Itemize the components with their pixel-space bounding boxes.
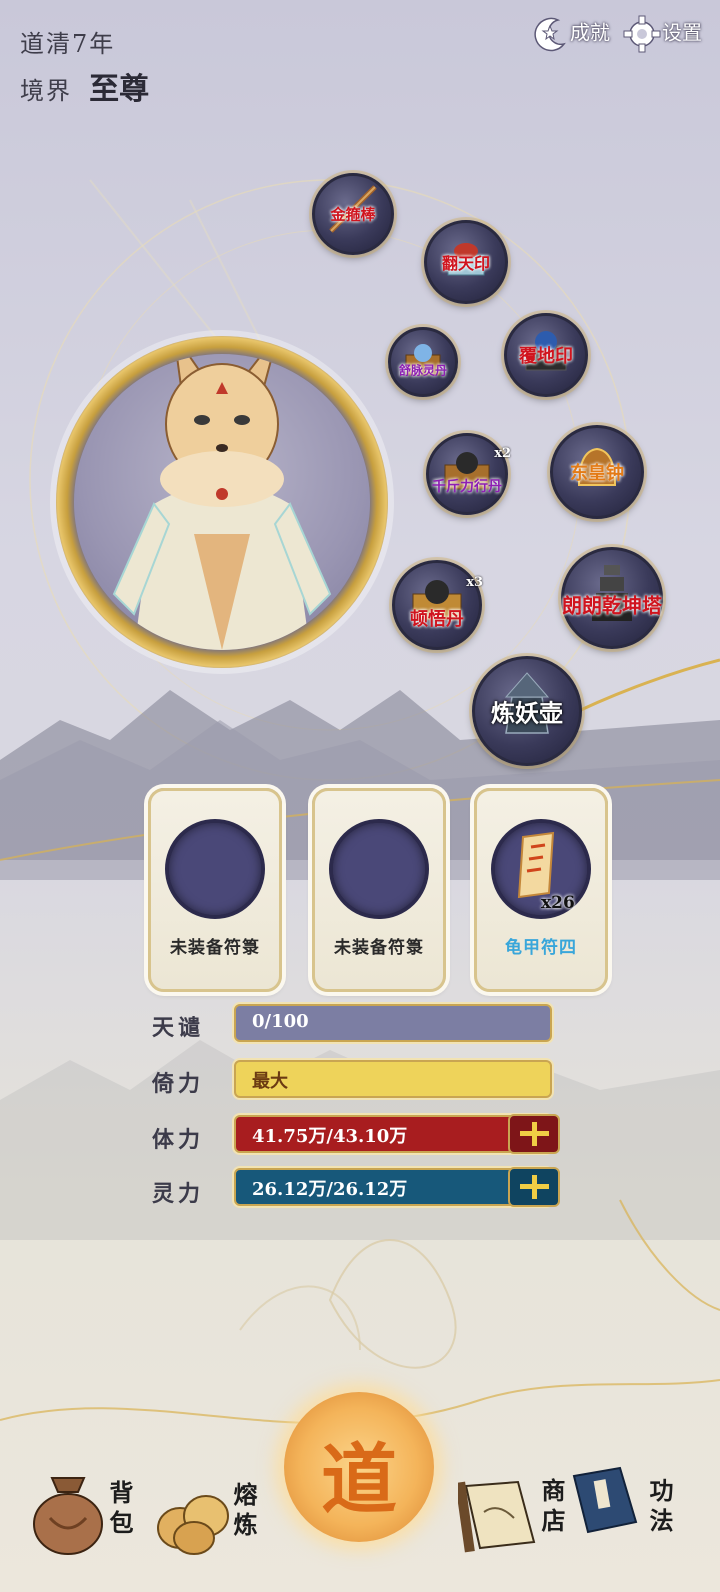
lingli-label: 灵力 xyxy=(152,1181,205,1207)
nav-skills-label: 功法 xyxy=(645,1478,674,1538)
yili-value: 最大 xyxy=(252,1071,288,1092)
lingli-bar: 26.12万/26.12万 xyxy=(234,1168,552,1206)
tili-bar: 41.75万/43.10万 xyxy=(234,1115,552,1153)
artifact-label: 顿悟丹 xyxy=(410,609,464,631)
tili-add-button[interactable] xyxy=(508,1114,560,1154)
achievements-label: 成就 xyxy=(570,20,610,45)
nav-smelt-label: 熔炼 xyxy=(229,1482,258,1542)
artifact-lianyao-pot[interactable]: 炼妖壶 xyxy=(472,656,582,766)
tili-value: 41.75万/43.10万 xyxy=(252,1126,408,1147)
artifact-label: 朗朗乾坤塔 xyxy=(562,593,662,618)
talisman-count: x26 xyxy=(541,893,575,913)
artifact-label: 金箍棒 xyxy=(330,205,376,224)
realm-row: 境界 至尊 xyxy=(20,64,149,108)
moon-star-icon xyxy=(534,17,566,52)
item-count: x2 xyxy=(494,446,511,461)
gear-icon xyxy=(623,15,661,53)
talisman-label: 未装备符箓 xyxy=(170,938,260,958)
artifact-label: 舒脉灵丹 xyxy=(398,363,448,378)
talisman-slot-1[interactable]: 未装备符箓 xyxy=(148,788,282,992)
book-icon xyxy=(572,1466,638,1534)
artifact-jingubang[interactable]: 金箍棒 xyxy=(312,173,394,255)
artifact-fudiyin[interactable]: 覆地印 xyxy=(504,313,588,397)
artifact-label: 翻天印 xyxy=(441,254,491,273)
item-count: x3 xyxy=(466,575,483,590)
artifact-langlang-tower[interactable]: 朗朗乾坤塔 xyxy=(561,547,663,649)
nav-skills[interactable]: 功法 xyxy=(566,1456,686,1566)
achievements-button[interactable]: 成就 xyxy=(534,14,610,54)
artifact-label: 覆地印 xyxy=(519,346,573,367)
talisman-label: 龟甲符四 xyxy=(505,938,577,958)
tili-label: 体力 xyxy=(152,1127,205,1153)
age-text: 道清7年 xyxy=(20,30,116,58)
nav-bag-label: 背包 xyxy=(105,1480,134,1540)
coins-icon xyxy=(157,1495,229,1555)
dao-glyph: 道 xyxy=(321,1435,397,1524)
nav-shop[interactable]: 商店 xyxy=(458,1462,578,1572)
dao-main-button[interactable]: 道 xyxy=(284,1392,434,1542)
lingli-value: 26.12万/26.12万 xyxy=(252,1179,408,1200)
settings-label: 设置 xyxy=(662,20,702,45)
talisman-slot-2[interactable]: 未装备符箓 xyxy=(312,788,446,992)
artifact-donghuangzhong[interactable]: 东皇钟 xyxy=(550,425,644,519)
artifact-label: 千斤力行丹 xyxy=(432,479,502,496)
artifact-fantianyin[interactable]: 翻天印 xyxy=(424,220,508,304)
empty-slot xyxy=(329,819,429,919)
tianqian-label: 天谴 xyxy=(152,1015,205,1041)
nav-bag[interactable]: 背包 xyxy=(28,1458,138,1568)
map-scroll-icon xyxy=(458,1480,536,1553)
tianqian-bar: 0/100 xyxy=(234,1004,552,1042)
realm-value: 至尊 xyxy=(89,72,150,107)
nav-smelt[interactable]: 熔炼 xyxy=(152,1466,262,1576)
artifact-qianjin-dan[interactable]: 千斤力行丹 x2 xyxy=(426,433,511,515)
yili-bar: 最大 xyxy=(234,1060,552,1098)
empty-slot xyxy=(165,819,265,919)
lingli-add-button[interactable] xyxy=(508,1167,560,1207)
character-portrait[interactable] xyxy=(56,336,388,668)
fox-character-icon xyxy=(112,354,332,650)
fox-character-image xyxy=(74,354,370,650)
artifact-dunwu-dan[interactable]: 顿悟丹 x3 xyxy=(392,560,483,650)
talisman-slot-3[interactable]: x26 龟甲符四 xyxy=(474,788,608,992)
talisman-label: 未装备符箓 xyxy=(334,938,424,958)
tianqian-value: 0/100 xyxy=(252,1011,309,1032)
artifact-label: 东皇钟 xyxy=(570,463,624,484)
nav-shop-label: 商店 xyxy=(537,1478,566,1538)
settings-button[interactable]: 设置 xyxy=(622,14,702,54)
realm-label: 境界 xyxy=(20,77,72,105)
yili-label: 倚力 xyxy=(152,1071,205,1097)
bag-icon xyxy=(33,1477,103,1555)
artifact-shumai-dan[interactable]: 舒脉灵丹 xyxy=(388,327,458,397)
artifact-label: 炼妖壶 xyxy=(491,698,563,728)
